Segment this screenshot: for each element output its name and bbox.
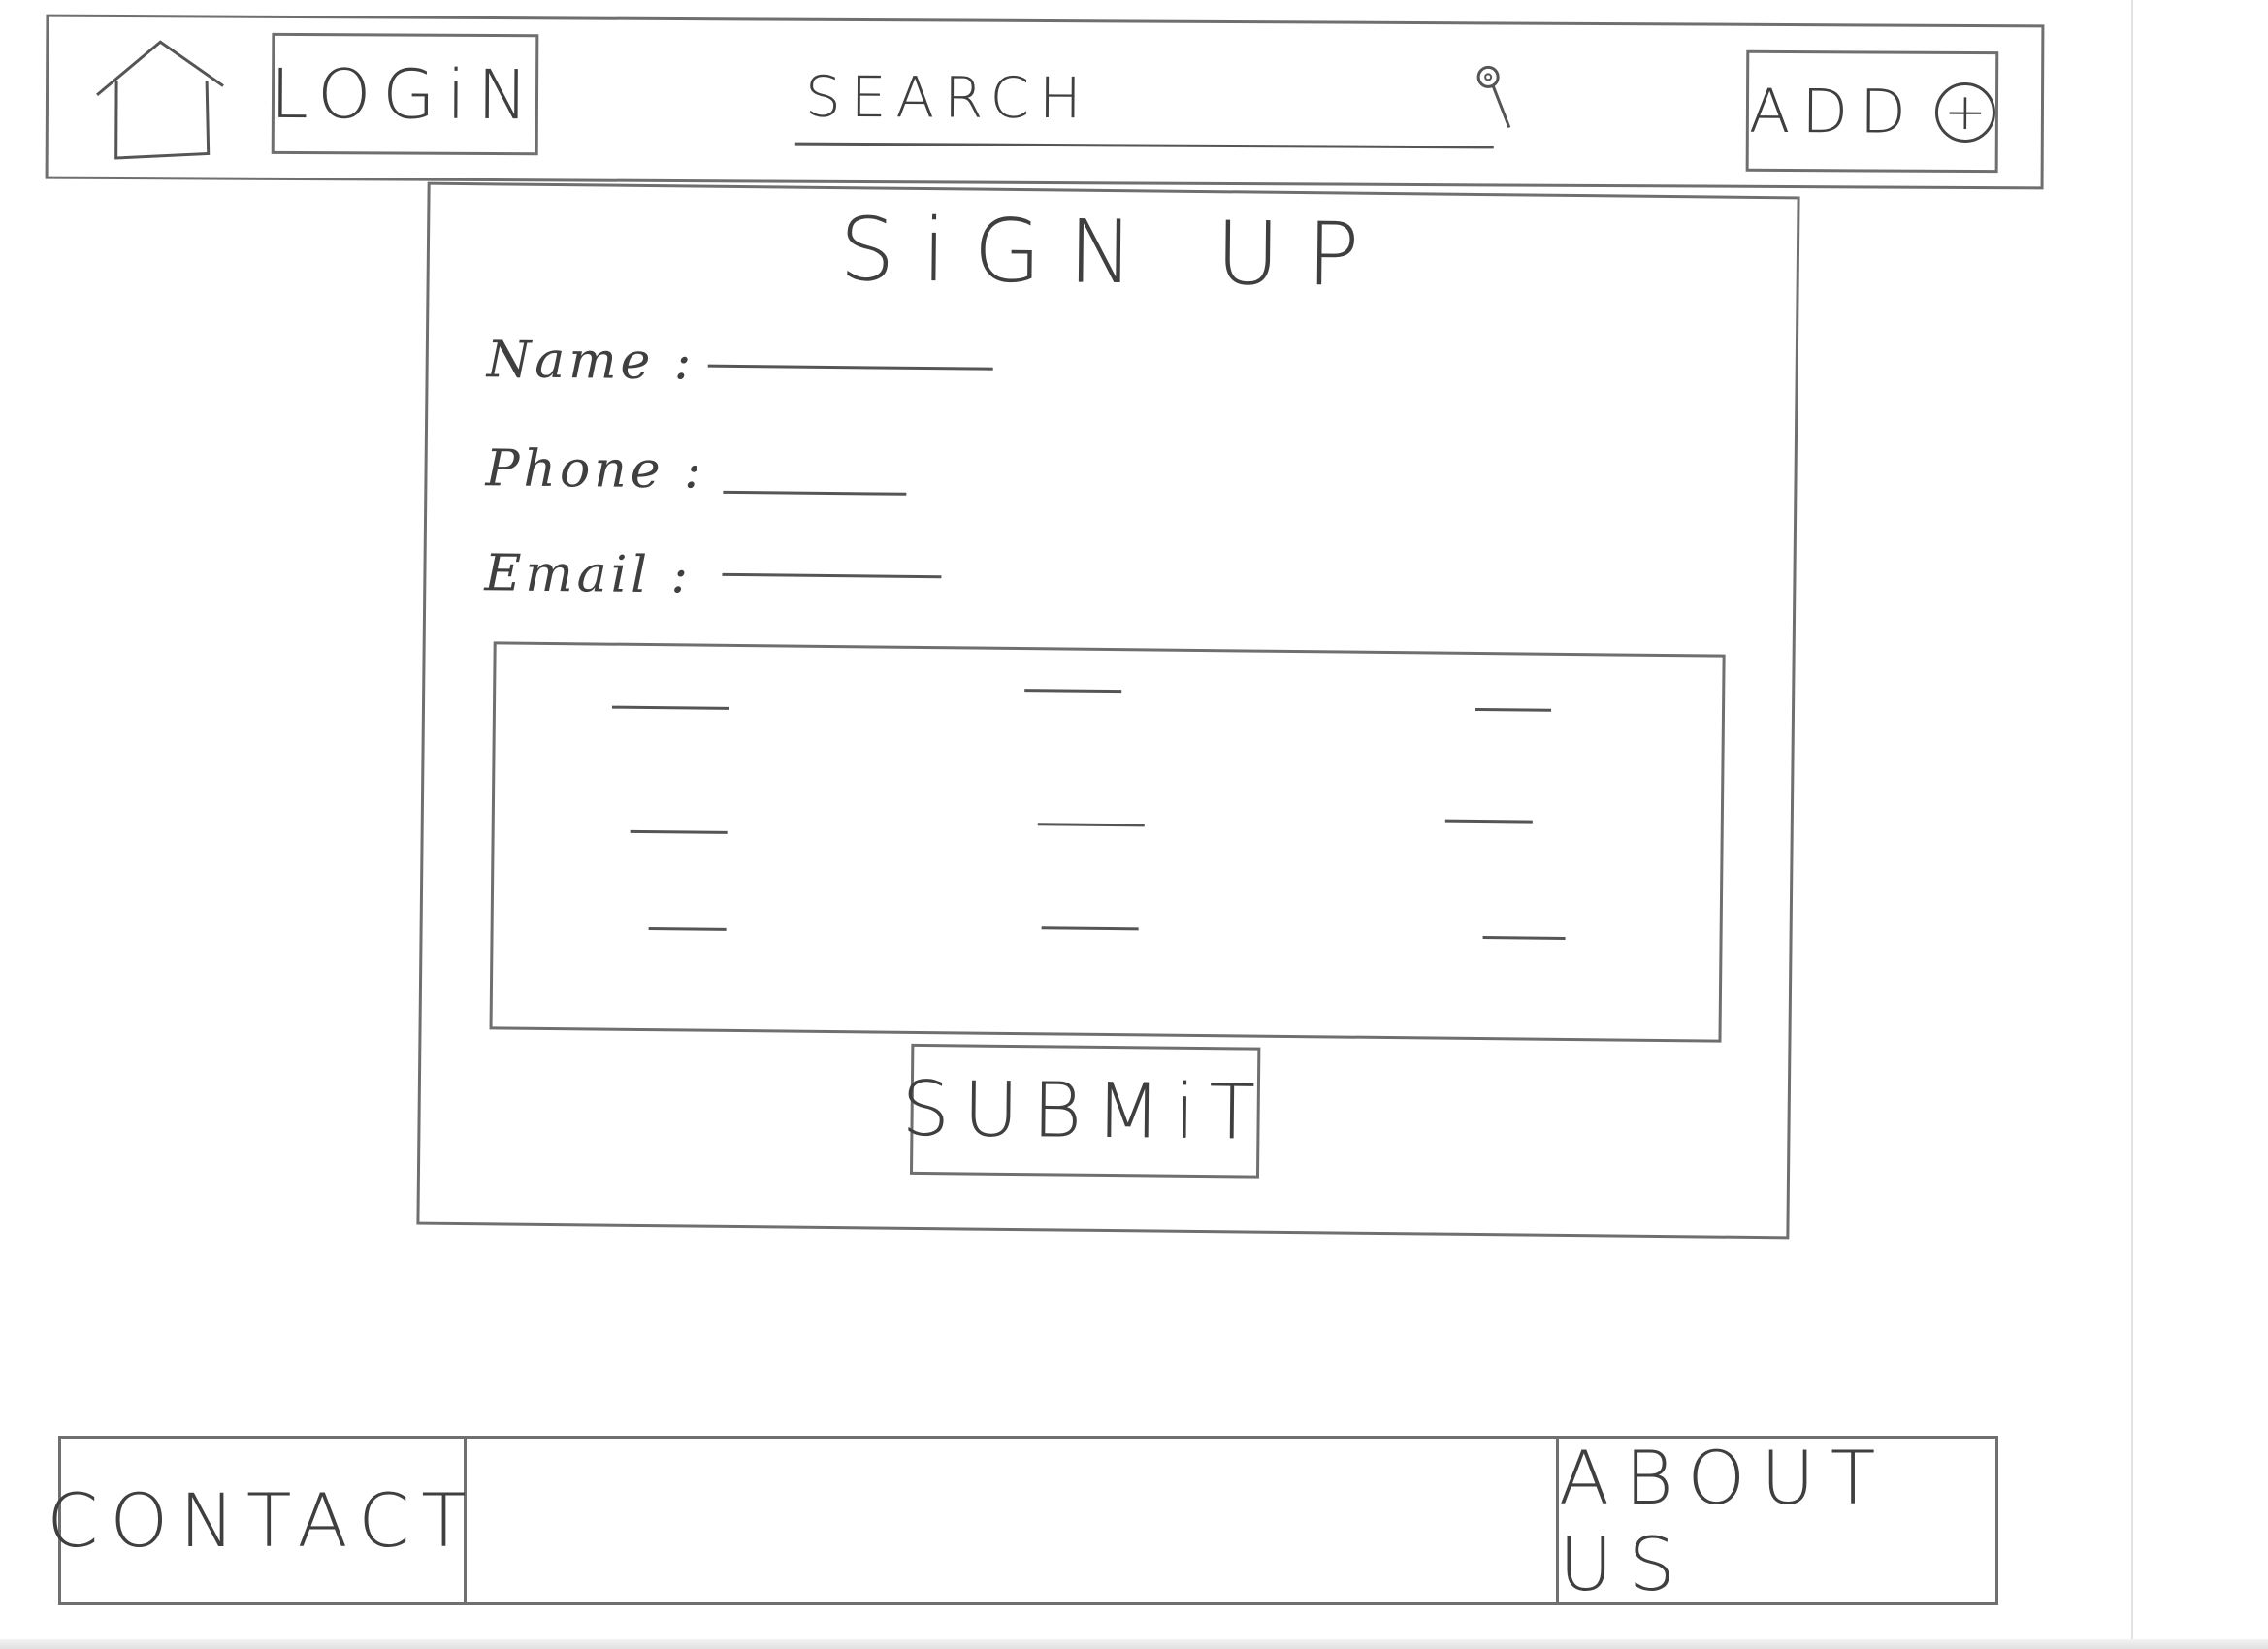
grid-cell-placeholder <box>648 927 727 931</box>
add-button[interactable]: ADD + <box>1745 49 1999 174</box>
grid-cell-placeholder <box>1024 689 1122 694</box>
grid-cell-placeholder <box>630 829 728 834</box>
submit-button[interactable]: SUBMiT <box>901 1043 1269 1179</box>
about-us-link-label: ABOUT US <box>1559 1434 1892 1607</box>
contact-link-label: CONTACT <box>47 1477 478 1564</box>
name-field[interactable] <box>707 323 994 371</box>
page-bottom-edge <box>0 1639 2268 1649</box>
grid-cell-placeholder <box>1037 823 1145 827</box>
details-grid <box>489 641 1726 1043</box>
page-edge-divider <box>2131 0 2133 1649</box>
signup-form-panel: SiGN UP Name : Phone : Email : SUBMiT <box>416 181 1800 1240</box>
search-box[interactable] <box>794 49 1511 149</box>
search-icon[interactable] <box>1474 63 1513 131</box>
add-button-label: ADD <box>1748 75 1919 147</box>
grid-cell-placeholder <box>611 705 729 710</box>
login-button[interactable]: LOGiN <box>270 32 540 156</box>
grid-cell-placeholder <box>1475 707 1552 712</box>
submit-button-label: SUBMiT <box>901 1065 1270 1157</box>
signup-title: SiGN UP <box>838 199 1387 307</box>
grid-cell-placeholder <box>1482 936 1566 940</box>
phone-label: Phone : <box>485 439 705 501</box>
plus-circle-icon: + <box>1934 81 1996 143</box>
grid-cell-placeholder <box>1444 819 1533 824</box>
grid-cell-placeholder <box>1041 926 1139 931</box>
phone-field[interactable] <box>723 449 907 496</box>
email-label: Email : <box>484 544 693 605</box>
footer-bar: CONTACT ABOUT US <box>47 1435 1998 1607</box>
home-icon[interactable] <box>92 37 229 164</box>
about-us-link[interactable]: ABOUT US <box>1556 1435 1995 1607</box>
search-input[interactable] <box>794 62 1390 134</box>
contact-link[interactable]: CONTACT <box>47 1439 467 1602</box>
name-label: Name : <box>486 331 696 392</box>
email-field[interactable] <box>722 532 942 579</box>
login-button-label: LOGiN <box>270 53 540 135</box>
header-bar: LOGiN ADD + <box>45 14 2045 190</box>
